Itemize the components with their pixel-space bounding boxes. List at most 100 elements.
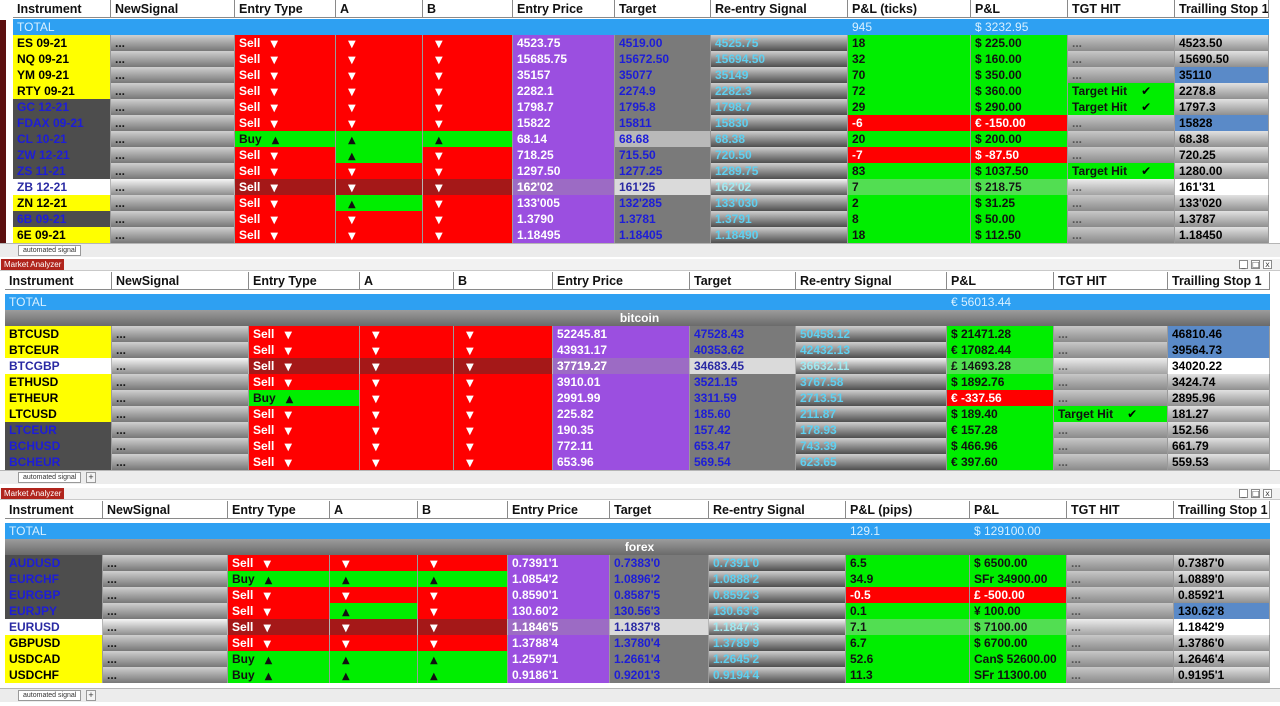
column-header-trailing-stop[interactable]: Trailling Stop 1 (1174, 501, 1270, 519)
instrument-cell[interactable]: ES 09-21 (13, 35, 111, 51)
instrument-cell[interactable]: RTY 09-21 (13, 83, 111, 99)
new-signal-cell[interactable]: ... (111, 179, 235, 195)
new-signal-cell[interactable]: ... (112, 358, 249, 374)
instrument-cell[interactable]: USDCAD (5, 651, 103, 667)
column-header-entry-price[interactable]: Entry Price (508, 501, 610, 519)
table-row[interactable]: ETHEUR... Buy ▲ ▼ ▼ 2991.99 3311.59 2713.51 € -3… (0, 390, 1280, 406)
instrument-cell[interactable]: LTCEUR (5, 422, 112, 438)
new-signal-cell[interactable]: ... (111, 99, 235, 115)
column-header-reentry-signal[interactable]: Re-entry Signal (711, 0, 848, 18)
column-header-a[interactable]: A (360, 272, 454, 290)
instrument-cell[interactable]: 6E 09-21 (13, 227, 111, 243)
close-icon[interactable]: x (1263, 260, 1272, 269)
new-signal-cell[interactable]: ... (103, 571, 228, 587)
instrument-cell[interactable]: GBPUSD (5, 635, 103, 651)
instrument-cell[interactable]: EURGBP (5, 587, 103, 603)
instrument-cell[interactable]: EURUSD (5, 619, 103, 635)
table-row[interactable]: 6E 09-21... Sell ▼ ▼ ▼ 1.18495 1.18405 1.18490 1… (0, 227, 1280, 243)
column-header-pnl-ticks[interactable]: P&L (ticks) (848, 0, 971, 18)
instrument-cell[interactable]: BCHEUR (5, 454, 112, 470)
table-row[interactable]: NQ 09-21... Sell ▼ ▼ ▼ 15685.75 15672.50 15694.… (0, 51, 1280, 67)
table-row[interactable]: EURCHF... Buy ▲ ▲ ▲ 1.0854'2 1.0896'2 1.0888'2 3… (0, 571, 1280, 587)
instrument-cell[interactable]: EURCHF (5, 571, 103, 587)
table-row[interactable]: ZW 12-21... Sell ▼ ▲ ▼ 718.25 715.50 720.50 -7 $ … (0, 147, 1280, 163)
table-row[interactable]: 6B 09-21... Sell ▼ ▼ ▼ 1.3790 1.3781 1.3791 8 $ 5… (0, 211, 1280, 227)
table-row[interactable]: CL 10-21... Buy ▲ ▲ ▲ 68.14 68.68 68.38 20 $ 200.… (0, 131, 1280, 147)
new-signal-cell[interactable]: ... (111, 67, 235, 83)
new-signal-cell[interactable]: ... (112, 422, 249, 438)
column-header-target[interactable]: Target (610, 501, 709, 519)
new-signal-cell[interactable]: ... (112, 326, 249, 342)
instrument-cell[interactable]: FDAX 09-21 (13, 115, 111, 131)
instrument-cell[interactable]: BTCEUR (5, 342, 112, 358)
column-header-trailing-stop[interactable]: Trailling Stop 1 (1168, 272, 1270, 290)
table-row[interactable]: USDCHF... Buy ▲ ▲ ▲ 0.9186'1 0.9201'3 0.9194'4 1… (0, 667, 1280, 683)
instrument-cell[interactable]: BTCGBP (5, 358, 112, 374)
column-header-entry-price[interactable]: Entry Price (553, 272, 690, 290)
instrument-cell[interactable]: GC 12-21 (13, 99, 111, 115)
instrument-cell[interactable]: ZN 12-21 (13, 195, 111, 211)
new-signal-cell[interactable]: ... (111, 147, 235, 163)
column-header-entry-price[interactable]: Entry Price (513, 0, 615, 18)
table-row[interactable]: BCHEUR... Sell ▼ ▼ ▼ 653.96 569.54 623.65 € 397.… (0, 454, 1280, 470)
table-row[interactable]: ZS 11-21... Sell ▼ ▼ ▼ 1297.50 1277.25 1289.75 8… (0, 163, 1280, 179)
close-icon[interactable]: x (1263, 489, 1272, 498)
new-signal-cell[interactable]: ... (103, 619, 228, 635)
column-header-entry-type[interactable]: Entry Type (228, 501, 330, 519)
new-signal-cell[interactable]: ... (111, 195, 235, 211)
instrument-cell[interactable]: LTCUSD (5, 406, 112, 422)
column-header-new-signal[interactable]: NewSignal (103, 501, 228, 519)
instrument-cell[interactable]: NQ 09-21 (13, 51, 111, 67)
table-row[interactable]: YM 09-21... Sell ▼ ▼ ▼ 35157 35077 35149 70 $ 350… (0, 67, 1280, 83)
column-header-a[interactable]: A (336, 0, 423, 18)
instrument-cell[interactable]: BCHUSD (5, 438, 112, 454)
instrument-cell[interactable]: YM 09-21 (13, 67, 111, 83)
instrument-cell[interactable]: CL 10-21 (13, 131, 111, 147)
tab-automated-signal[interactable]: automated signal (18, 472, 82, 483)
table-row[interactable]: BCHUSD... Sell ▼ ▼ ▼ 772.11 653.47 743.39 $ 466.… (0, 438, 1280, 454)
column-header-new-signal[interactable]: NewSignal (111, 0, 235, 18)
column-header-reentry-signal[interactable]: Re-entry Signal (709, 501, 846, 519)
column-header-trailing-stop[interactable]: Trailling Stop 1 (1175, 0, 1269, 18)
new-signal-cell[interactable]: ... (111, 51, 235, 67)
new-signal-cell[interactable]: ... (103, 555, 228, 571)
new-signal-cell[interactable]: ... (111, 211, 235, 227)
table-row[interactable]: EURUSD... Sell ▼ ▼ ▼ 1.1846'5 1.1837'8 1.1847'3… (0, 619, 1280, 635)
column-header-instrument[interactable]: Instrument (13, 0, 111, 18)
new-signal-cell[interactable]: ... (103, 667, 228, 683)
new-signal-cell[interactable]: ... (111, 35, 235, 51)
new-signal-cell[interactable]: ... (111, 163, 235, 179)
table-row[interactable]: RTY 09-21... Sell ▼ ▼ ▼ 2282.1 2274.9 2282.3 72 $… (0, 83, 1280, 99)
new-signal-cell[interactable]: ... (103, 651, 228, 667)
table-row[interactable]: BTCEUR... Sell ▼ ▼ ▼ 43931.17 40353.62 42432.13… (0, 342, 1280, 358)
new-signal-cell[interactable]: ... (103, 587, 228, 603)
instrument-cell[interactable]: ZS 11-21 (13, 163, 111, 179)
new-signal-cell[interactable]: ... (111, 131, 235, 147)
tab-automated-signal[interactable]: automated signal (18, 245, 82, 256)
column-header-entry-type[interactable]: Entry Type (249, 272, 360, 290)
column-header-tgt-hit[interactable]: TGT HIT (1054, 272, 1168, 290)
instrument-cell[interactable]: ETHUSD (5, 374, 112, 390)
table-row[interactable]: EURJPY... Sell ▼ ▲ ▼ 130.60'2 130.56'3 130.63'3… (0, 603, 1280, 619)
table-row[interactable]: ES 09-21... Sell ▼ ▼ ▼ 4523.75 4519.00 4525.75 1… (0, 35, 1280, 51)
new-signal-cell[interactable]: ... (112, 342, 249, 358)
maximize-icon[interactable]: □ (1251, 260, 1260, 269)
column-header-pnl[interactable]: P&L (971, 0, 1068, 18)
table-row[interactable]: ETHUSD... Sell ▼ ▼ ▼ 3910.01 3521.15 3767.58 $ 1… (0, 374, 1280, 390)
new-signal-cell[interactable]: ... (112, 454, 249, 470)
column-header-a[interactable]: A (330, 501, 418, 519)
new-signal-cell[interactable]: ... (103, 603, 228, 619)
column-header-instrument[interactable]: Instrument (5, 501, 103, 519)
table-row[interactable]: GBPUSD... Sell ▼ ▼ ▼ 1.3788'4 1.3780'4 1.3789'9… (0, 635, 1280, 651)
new-signal-cell[interactable]: ... (112, 406, 249, 422)
new-signal-cell[interactable]: ... (111, 83, 235, 99)
instrument-cell[interactable]: 6B 09-21 (13, 211, 111, 227)
column-header-pnl[interactable]: P&L (947, 272, 1054, 290)
column-header-b[interactable]: B (423, 0, 513, 18)
add-tab-icon[interactable]: + (86, 690, 96, 701)
instrument-cell[interactable]: ZW 12-21 (13, 147, 111, 163)
table-row[interactable]: ZB 12-21... Sell ▼ ▼ ▼ 162'02 161'25 162'02 7 $ 2… (0, 179, 1280, 195)
new-signal-cell[interactable]: ... (103, 635, 228, 651)
instrument-cell[interactable]: ETHEUR (5, 390, 112, 406)
table-row[interactable]: ZN 12-21... Sell ▼ ▲ ▼ 133'005 132'285 133'030 2… (0, 195, 1280, 211)
